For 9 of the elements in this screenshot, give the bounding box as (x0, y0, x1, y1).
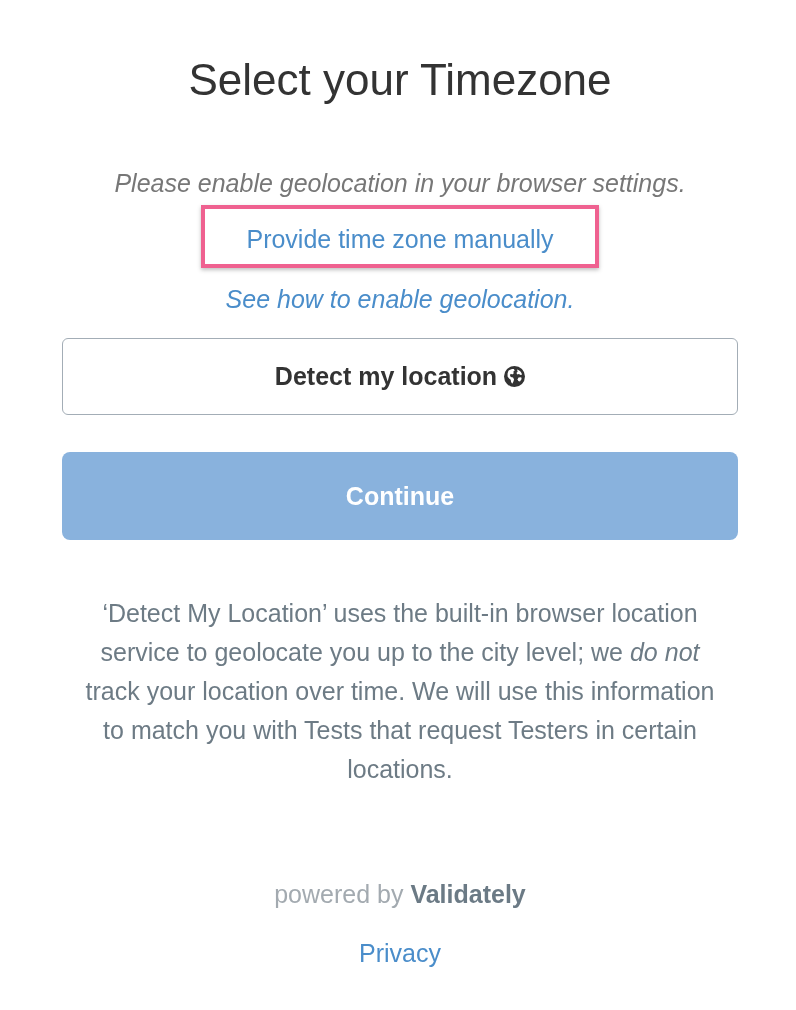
page-title: Select your Timezone (188, 54, 612, 106)
powered-by-text: powered by Validately (274, 879, 526, 909)
detect-location-button[interactable]: Detect my location (62, 338, 738, 415)
globe-icon (504, 366, 526, 387)
location-disclaimer: ‘Detect My Location’ uses the built-in browser location service to geolocate you up to the city level; we do not track your location over time. We will use this information to match you with Tests that request Testers in certain locations. (84, 598, 716, 785)
manual-timezone-link[interactable]: Provide time zone manually (246, 224, 554, 254)
geolocation-help-link[interactable]: See how to enable geolocation. (225, 284, 575, 314)
geolocation-message: Please enable geolocation in your browser settings. (114, 168, 686, 198)
privacy-link[interactable]: Privacy (359, 939, 441, 967)
